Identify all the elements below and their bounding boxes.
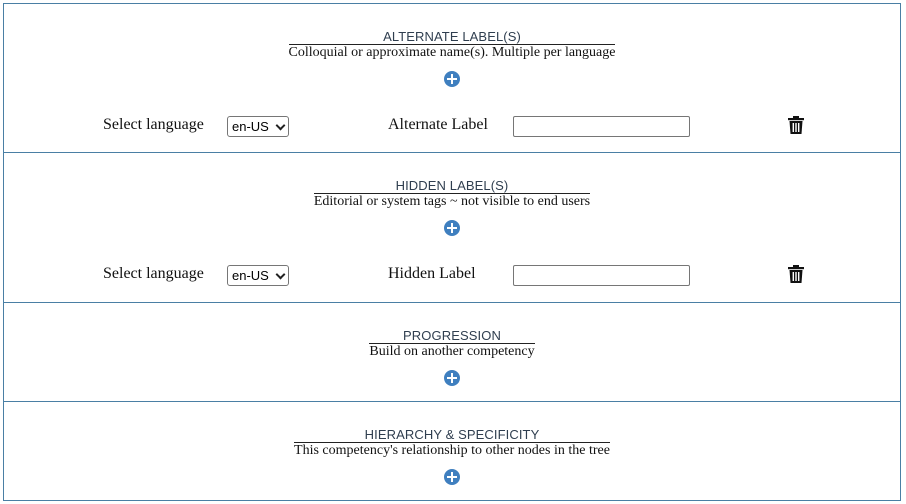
language-select[interactable]: en-US xyxy=(227,265,289,286)
section-title: HIERARCHY & SPECIFICITY xyxy=(294,428,610,443)
section-subtitle: Colloquial or approximate name(s). Multi… xyxy=(288,45,616,60)
progression-header: PROGRESSION Build on another competency xyxy=(4,329,900,360)
language-select-value: en-US xyxy=(232,119,269,134)
trash-icon[interactable] xyxy=(788,265,804,283)
section-title: PROGRESSION xyxy=(369,329,535,344)
hidden-labels-section: HIDDEN LABEL(S) Editorial or system tags… xyxy=(3,152,901,303)
section-subtitle: Editorial or system tags ~ not visible t… xyxy=(313,194,591,209)
alternate-label-label: Alternate Label xyxy=(388,116,488,133)
section-title: HIDDEN LABEL(S) xyxy=(313,179,591,194)
add-hidden-label-icon[interactable] xyxy=(444,220,460,236)
language-select[interactable]: en-US xyxy=(227,116,289,137)
alternate-labels-header: ALTERNATE LABEL(S) Colloquial or approxi… xyxy=(4,30,900,61)
section-subtitle: This competency's relationship to other … xyxy=(294,443,610,458)
select-language-label: Select language xyxy=(103,265,204,282)
section-subtitle: Build on another competency xyxy=(369,344,535,359)
hidden-label-row: Select language en-US Hidden Label xyxy=(4,264,900,288)
alternate-label-row: Select language en-US Alternate Label xyxy=(4,115,900,139)
alternate-label-input[interactable] xyxy=(513,116,690,137)
alternate-labels-section: ALTERNATE LABEL(S) Colloquial or approxi… xyxy=(3,3,901,154)
trash-icon[interactable] xyxy=(788,116,804,134)
progression-section: PROGRESSION Build on another competency xyxy=(3,302,901,403)
chevron-down-icon xyxy=(275,120,286,131)
hierarchy-section: HIERARCHY & SPECIFICITY This competency'… xyxy=(3,401,901,501)
add-hierarchy-icon[interactable] xyxy=(444,469,460,485)
hidden-label-input[interactable] xyxy=(513,265,690,286)
hidden-labels-header: HIDDEN LABEL(S) Editorial or system tags… xyxy=(4,179,900,210)
hidden-label-label: Hidden Label xyxy=(388,265,476,282)
add-progression-icon[interactable] xyxy=(444,370,460,386)
select-language-label: Select language xyxy=(103,116,204,133)
section-title: ALTERNATE LABEL(S) xyxy=(288,30,616,45)
chevron-down-icon xyxy=(275,269,286,280)
add-alternate-label-icon[interactable] xyxy=(444,71,460,87)
hierarchy-header: HIERARCHY & SPECIFICITY This competency'… xyxy=(4,428,900,459)
language-select-value: en-US xyxy=(232,268,269,283)
